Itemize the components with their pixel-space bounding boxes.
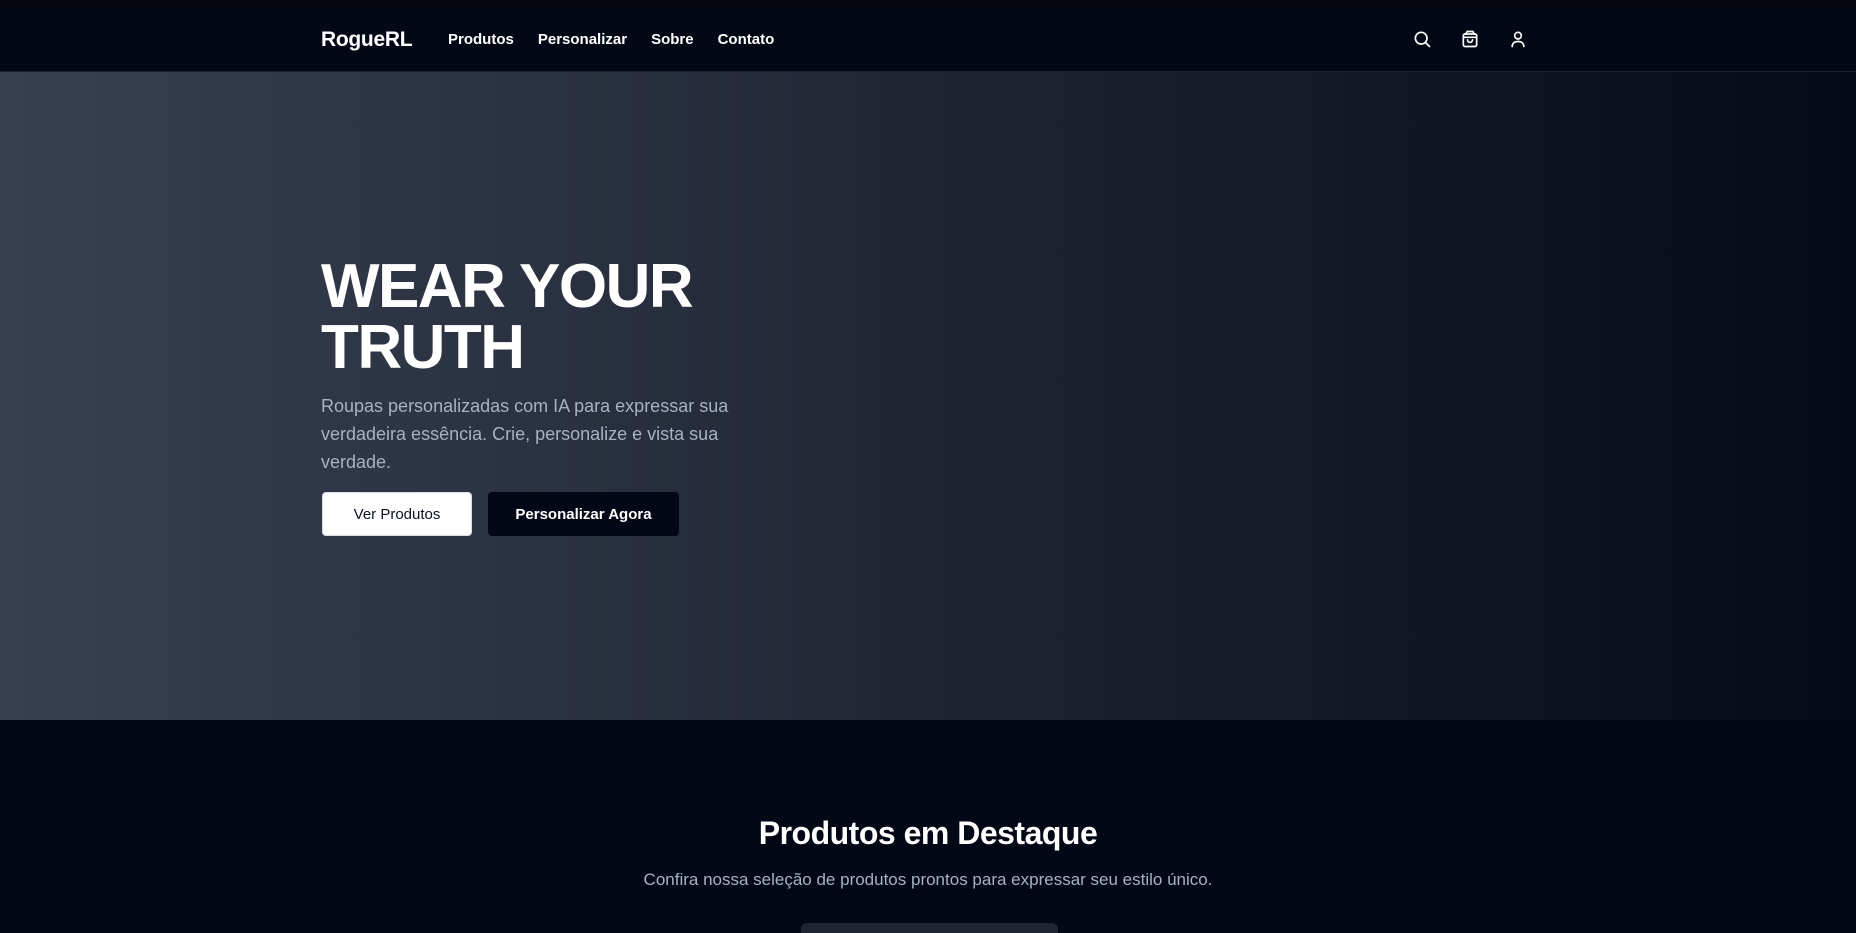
view-products-button[interactable]: Ver Produtos [322, 492, 472, 536]
main-nav: Produtos Personalizar Sobre Contato [448, 31, 774, 48]
hero-buttons: Ver Produtos Personalizar Agora [322, 492, 679, 536]
nav-link-produtos[interactable]: Produtos [448, 31, 514, 48]
user-icon [1511, 31, 1525, 48]
account-button[interactable] [1506, 27, 1530, 51]
product-card[interactable] [801, 923, 1058, 933]
hero-section: WEAR YOUR TRUTH Roupas personalizadas co… [0, 72, 1856, 720]
featured-products-section: Produtos em Destaque Confira nossa seleç… [0, 720, 1856, 933]
navbar: RogueRL Produtos Personalizar Sobre Cont… [0, 8, 1856, 72]
cart-button[interactable] [1458, 27, 1482, 51]
hero-subtitle: Roupas personalizadas com IA para expres… [321, 396, 729, 472]
nav-link-contato[interactable]: Contato [718, 31, 775, 48]
nav-icons [1410, 27, 1530, 51]
shopping-bag-icon [1462, 30, 1478, 48]
brand-logo[interactable]: RogueRL [321, 28, 413, 52]
search-icon [1414, 31, 1431, 48]
hero-title: WEAR YOUR TRUTH [321, 256, 781, 379]
search-button[interactable] [1410, 27, 1434, 51]
nav-link-personalizar[interactable]: Personalizar [538, 31, 627, 48]
top-strip [0, 0, 1856, 8]
featured-title: Produtos em Destaque [758, 815, 1098, 851]
nav-link-sobre[interactable]: Sobre [651, 31, 694, 48]
hero-title-line2: TRUTH [321, 313, 525, 382]
customize-now-button[interactable]: Personalizar Agora [488, 492, 679, 536]
hero-title-line1: WEAR YOUR [321, 252, 694, 321]
featured-subtitle: Confira nossa seleção de produtos pronto… [643, 870, 1213, 889]
